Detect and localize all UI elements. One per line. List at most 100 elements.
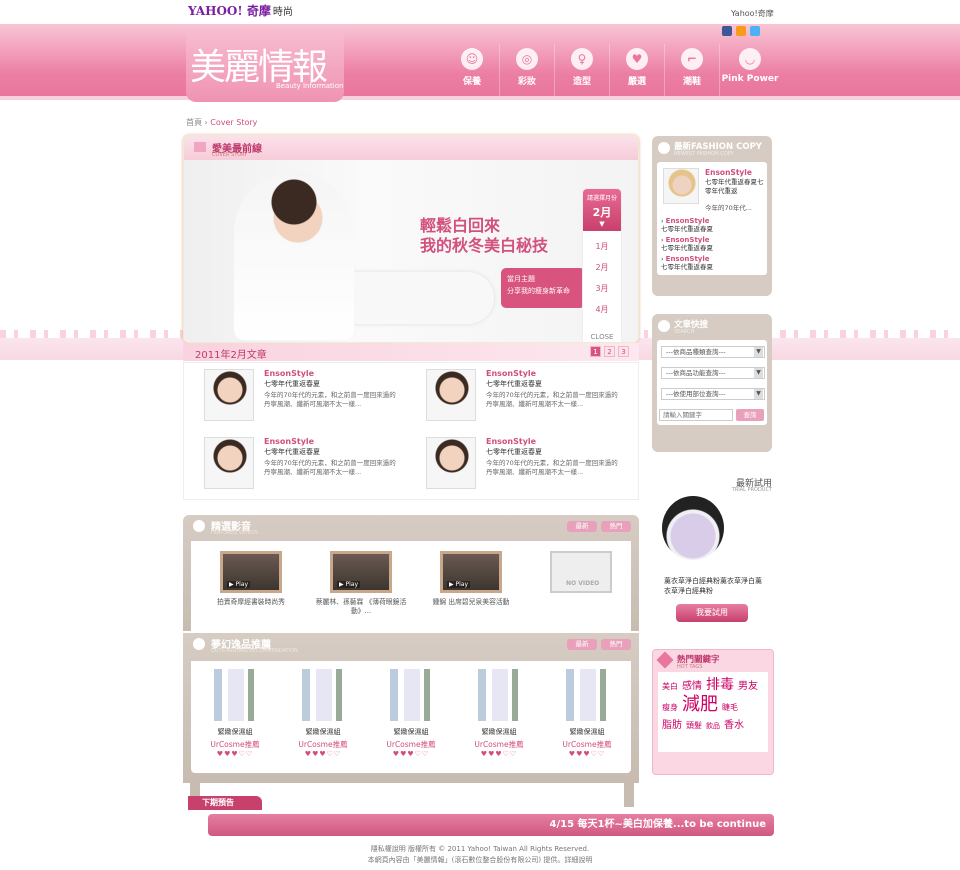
fashion-copy-item[interactable]: › EnsonStyle 七零年代重返春夏 [661, 255, 763, 271]
article-author[interactable]: EnsonStyle [264, 437, 314, 446]
product-image[interactable] [292, 669, 354, 721]
breadcrumb: 首頁 › Cover Story [186, 117, 257, 128]
nav-item-selection[interactable]: ♥ 嚴選 [610, 44, 665, 96]
product-item[interactable]: 緊緻保濕組 UrCosme推薦 ♥♥♥♡♡ [191, 669, 279, 758]
category-select[interactable]: ---依商品種類查詢--- [661, 346, 765, 358]
article-author[interactable]: EnsonStyle [486, 369, 536, 378]
yahoo-link[interactable]: Yahoo!奇摩 [731, 8, 774, 19]
product-item[interactable]: 緊緻保濕組 UrCosme推薦 ♥♥♥♡♡ [455, 669, 543, 758]
video-thumbnail[interactable] [220, 551, 282, 593]
product-name[interactable]: 緊緻保濕組 [455, 727, 543, 737]
article-thumbnail[interactable] [204, 437, 254, 489]
nav-item-makeup[interactable]: ◎ 彩妝 [500, 44, 555, 96]
yahoo-logo[interactable]: YAHOO! 奇摩 時尚 [188, 2, 293, 19]
article-card[interactable]: EnsonStyle 七零年代重返春夏 今年的70年代的元素，和之前曾一度回來過… [184, 365, 396, 425]
trial-product-image[interactable] [662, 496, 724, 560]
keyword-input[interactable]: 請輸入關鍵字 [659, 409, 733, 421]
article-author[interactable]: EnsonStyle [264, 369, 314, 378]
fashion-copy-title[interactable]: 七零年代重返春夏七零年代重返 [705, 178, 767, 196]
product-item[interactable]: 緊緻保濕組 UrCosme推薦 ♥♥♥♡♡ [543, 669, 631, 758]
product-image[interactable] [380, 669, 442, 721]
article-thumbnail[interactable] [426, 369, 476, 421]
article-title[interactable]: 七零年代重返春夏 [264, 379, 320, 389]
video-caption[interactable]: 蔡麗林、孫藝霖 《薄荷眼鏡活動》... [311, 598, 411, 616]
hot-tag[interactable]: 睫毛 [722, 703, 738, 712]
search-button[interactable]: 查詢 [736, 409, 764, 421]
article-title[interactable]: 七零年代重返春夏 [486, 379, 542, 389]
fashion-copy-thumbnail[interactable] [663, 168, 699, 204]
month-picker-header[interactable]: 請選擇月份 2月 ▼ [583, 189, 621, 231]
page-button[interactable]: 3 [618, 346, 629, 357]
video-caption[interactable]: 拍賣奇摩經書裝時尚秀 [201, 598, 301, 607]
hot-tag[interactable]: 脂肪 [662, 720, 682, 731]
page-button[interactable]: 2 [604, 346, 615, 357]
fashion-copy-item[interactable]: › EnsonStyle 七零年代重返春夏 [661, 236, 763, 252]
product-item[interactable]: 緊緻保濕組 UrCosme推薦 ♥♥♥♡♡ [279, 669, 367, 758]
hot-tag[interactable]: 美白 [662, 682, 678, 691]
article-thumbnail[interactable] [204, 369, 254, 421]
month-close-button[interactable]: CLOSE [583, 333, 621, 341]
video-item[interactable]: 鍾錦 出席碧兒泉美容活動 [421, 551, 521, 607]
function-select[interactable]: ---依商品功能查詢--- [661, 367, 765, 379]
month-option[interactable]: 3月 [583, 283, 621, 294]
month-option[interactable]: 4月 [583, 304, 621, 315]
body-part-select[interactable]: ---依使用部位查詢--- [661, 388, 765, 400]
preview-text[interactable]: 4/15 每天1杯~美白加保養...to be continue [208, 814, 774, 836]
nav-item-pink-power[interactable]: ◡ Pink Power [720, 44, 780, 96]
hot-button[interactable]: 熱門 [601, 521, 631, 532]
article-card[interactable]: EnsonStyle 七零年代重返春夏 今年的70年代的元素，和之前曾一度回來過… [406, 365, 618, 425]
article-title[interactable]: 七零年代重返春夏 [264, 447, 320, 457]
fashion-copy-featured[interactable]: EnsonStyle 七零年代重返春夏七零年代重返 今年的70年代... [661, 166, 764, 214]
breadcrumb-home[interactable]: 首頁 [186, 118, 202, 127]
article-card[interactable]: EnsonStyle 七零年代重返春夏 今年的70年代的元素，和之前曾一度回來過… [406, 433, 618, 493]
month-option[interactable]: 1月 [583, 241, 621, 252]
video-item[interactable]: 蔡麗林、孫藝霖 《薄荷眼鏡活動》... [311, 551, 411, 616]
nav-item-style[interactable]: ♀ 造型 [555, 44, 610, 96]
trial-product-desc[interactable]: 薰衣草淨白經典粉薰衣草淨白薰衣草淨白經典粉 [664, 576, 768, 596]
brand-logo[interactable]: 美麗情報 Beauty Information [186, 30, 344, 102]
section-subtitle: FEATURED VIDEOS [211, 530, 258, 536]
theme-bubble[interactable]: 當月主題 分享我的瘦身新革命 [501, 268, 585, 308]
page-button[interactable]: 1 [590, 346, 601, 357]
product-name[interactable]: 緊緻保濕組 [191, 727, 279, 737]
video-item[interactable]: 拍賣奇摩經書裝時尚秀 [201, 551, 301, 607]
twitter-icon[interactable] [750, 26, 760, 36]
hero-headline[interactable]: 輕鬆白回來 我的秋冬美白秘技 [420, 216, 548, 256]
article-author[interactable]: EnsonStyle [486, 437, 536, 446]
facebook-icon[interactable] [722, 26, 732, 36]
article-title[interactable]: 七零年代重返春夏 [486, 447, 542, 457]
fashion-copy-item[interactable]: › EnsonStyle 七零年代重返春夏 [661, 217, 763, 233]
search-icon [658, 320, 670, 332]
product-image[interactable] [556, 669, 618, 721]
product-image[interactable] [468, 669, 530, 721]
hot-tag[interactable]: 香水 [724, 720, 744, 731]
video-thumbnail[interactable] [330, 551, 392, 593]
article-thumbnail[interactable] [426, 437, 476, 489]
hot-tag[interactable]: 減肥 [682, 694, 718, 715]
product-item[interactable]: 緊緻保濕組 UrCosme推薦 ♥♥♥♡♡ [367, 669, 455, 758]
product-name[interactable]: 緊緻保濕組 [543, 727, 631, 737]
month-option[interactable]: 2月 [583, 262, 621, 273]
video-caption[interactable]: 鍾錦 出席碧兒泉美容活動 [421, 598, 521, 607]
section-subtitle: COVER STORY [212, 152, 248, 158]
nav-item-skincare[interactable]: ☺ 保養 [445, 44, 500, 96]
hero-image[interactable]: 輕鬆白回來 我的秋冬美白秘技 當月主題 分享我的瘦身新革命 請選擇月份 2月 ▼… [184, 160, 638, 342]
product-name[interactable]: 緊緻保濕組 [279, 727, 367, 737]
hot-tag[interactable]: 感情 [682, 681, 702, 692]
rss-icon[interactable] [736, 26, 746, 36]
nav-item-shoes[interactable]: ⌐ 潮鞋 [665, 44, 720, 96]
hot-tag[interactable]: 男友 [738, 681, 758, 692]
hot-tag[interactable]: 瘦身 [662, 703, 678, 712]
video-thumbnail[interactable] [440, 551, 502, 593]
hot-tag[interactable]: 排毒 [706, 677, 734, 693]
product-image[interactable] [204, 669, 266, 721]
latest-button[interactable]: 最新 [567, 639, 597, 650]
fashion-copy-author[interactable]: EnsonStyle [705, 168, 752, 177]
article-card[interactable]: EnsonStyle 七零年代重返春夏 今年的70年代的元素，和之前曾一度回來過… [184, 433, 396, 493]
product-name[interactable]: 緊緻保濕組 [367, 727, 455, 737]
try-now-button[interactable]: 我要試用 [676, 604, 748, 622]
hot-button[interactable]: 熱門 [601, 639, 631, 650]
latest-button[interactable]: 最新 [567, 521, 597, 532]
hot-tag[interactable]: 頭髮 [686, 721, 702, 730]
hot-tag[interactable]: 飲品 [706, 722, 720, 730]
